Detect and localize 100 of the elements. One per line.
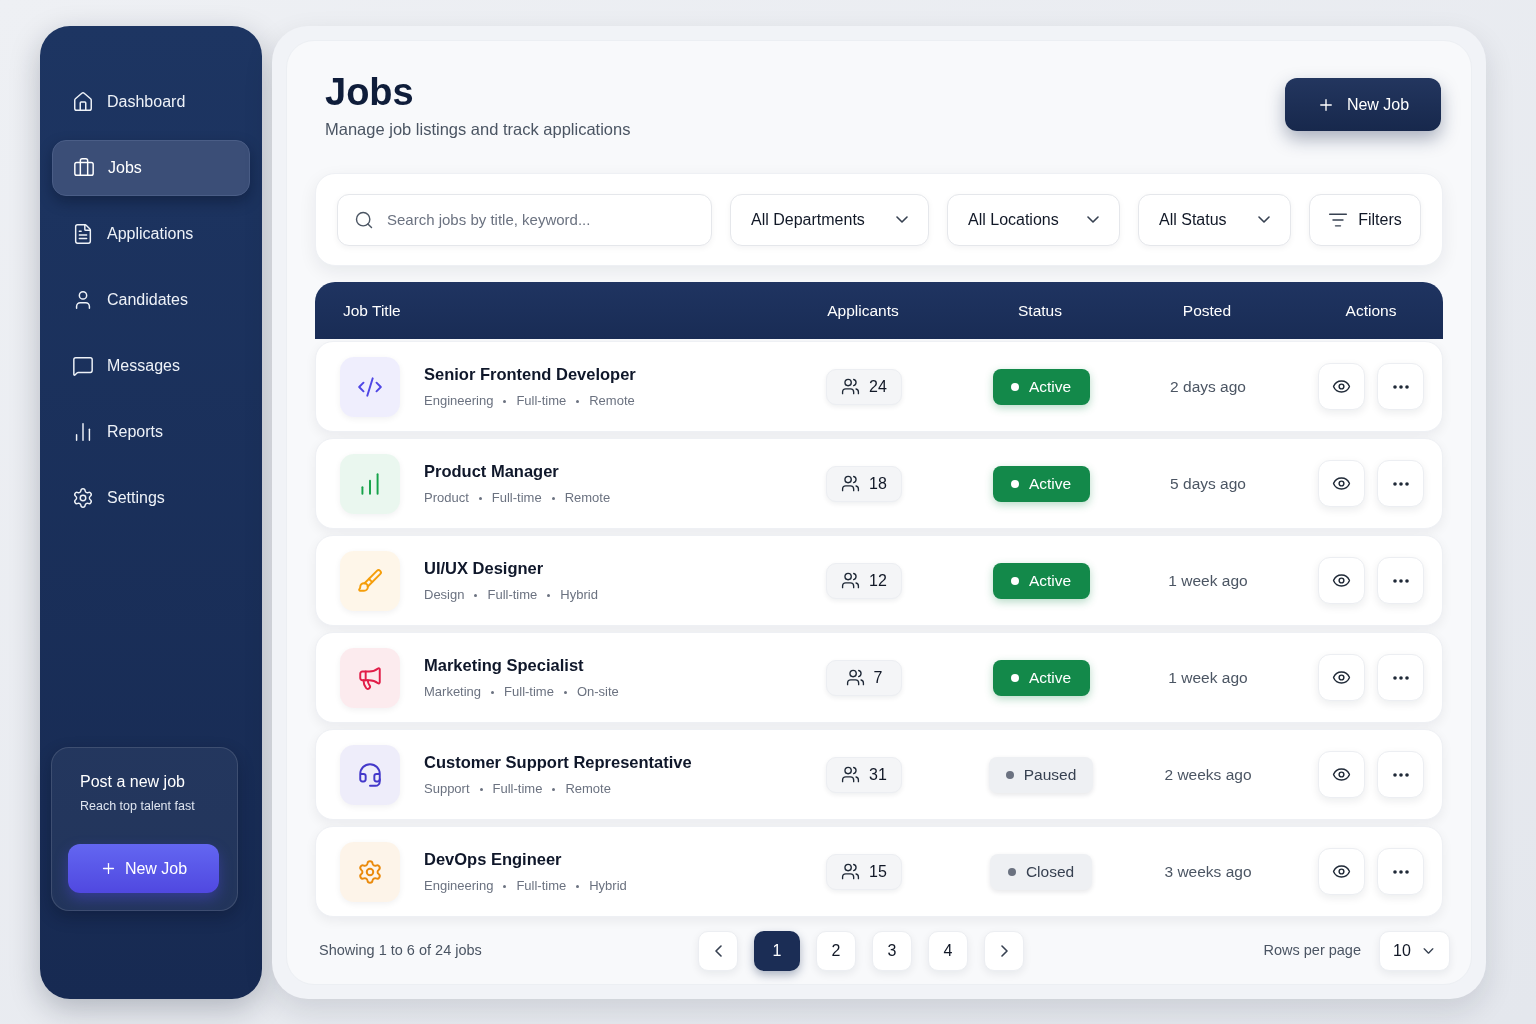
nav-item[interactable]: Candidates xyxy=(52,272,250,328)
work-mode-text: On-site xyxy=(576,684,619,700)
column-header: Applicants xyxy=(827,300,899,321)
more-button[interactable] xyxy=(1377,654,1424,701)
eye-icon xyxy=(1332,668,1351,687)
home-icon xyxy=(72,91,94,113)
chevron-down-icon xyxy=(1258,216,1270,223)
eye-icon xyxy=(1332,571,1351,590)
page-title: Jobs xyxy=(325,71,414,113)
status-label: Closed xyxy=(1025,861,1075,882)
chevron-down-icon xyxy=(896,216,908,223)
nav-item[interactable]: Reports xyxy=(52,404,250,460)
view-button[interactable] xyxy=(1318,654,1365,701)
view-button[interactable] xyxy=(1318,751,1365,798)
promo-title: Post a new job xyxy=(79,772,186,792)
more-button[interactable] xyxy=(1377,557,1424,604)
status-label: Paused xyxy=(1023,764,1077,785)
more-button[interactable] xyxy=(1377,460,1424,507)
briefcase-icon xyxy=(73,157,95,179)
column-header: Status xyxy=(1018,300,1062,321)
next-page-button[interactable] xyxy=(984,931,1024,971)
view-button[interactable] xyxy=(1318,848,1365,895)
settings-icon xyxy=(72,487,94,509)
department-text: Engineering xyxy=(424,878,494,894)
view-button[interactable] xyxy=(1318,460,1365,507)
people-icon xyxy=(841,474,861,493)
job-title: Customer Support Representative xyxy=(424,752,692,772)
applicant-count: 31 xyxy=(869,764,887,785)
job-title: Product Manager xyxy=(424,461,560,481)
applicant-count: 12 xyxy=(869,570,887,591)
people-icon xyxy=(841,377,861,396)
job-type-text: Full-time xyxy=(504,684,554,700)
chevron-down-icon xyxy=(1087,216,1099,223)
posted-time: 1 week ago xyxy=(1168,570,1248,591)
page-subtitle: Manage job listings and track applications xyxy=(325,119,631,139)
posted-time: 1 week ago xyxy=(1168,667,1248,688)
posted-time: 3 weeks ago xyxy=(1164,861,1252,882)
status-label: Active xyxy=(1028,570,1072,591)
search-icon xyxy=(354,209,374,230)
applicant-count: 7 xyxy=(873,667,883,688)
more-button[interactable] xyxy=(1377,363,1424,410)
previous-page-button[interactable] xyxy=(698,931,738,971)
column-header: Posted xyxy=(1182,300,1232,321)
applicant-count: 15 xyxy=(869,861,887,882)
status-label: Active xyxy=(1028,473,1072,494)
chat-icon xyxy=(72,355,94,377)
nav-item[interactable]: Dashboard xyxy=(52,74,250,130)
work-mode-text: Hybrid xyxy=(560,587,598,603)
nav-item[interactable]: Jobs xyxy=(52,140,250,196)
ellipsis-icon xyxy=(1392,869,1409,874)
page-button[interactable]: 1 xyxy=(754,931,800,971)
people-icon xyxy=(841,571,861,590)
page-button[interactable]: 3 xyxy=(872,931,912,971)
promo-subtitle: Reach top talent fast xyxy=(79,798,196,814)
new-job-button[interactable]: New Job xyxy=(68,844,219,893)
filter-dropdown[interactable]: All Status xyxy=(1138,193,1291,246)
department-text: Support xyxy=(424,781,470,797)
job-type-text: Full-time xyxy=(516,393,567,409)
column-header: Actions xyxy=(1345,300,1397,321)
filter-dropdown[interactable]: All Departments xyxy=(730,193,929,246)
filters-button[interactable]: Filters xyxy=(1309,193,1421,246)
page-button[interactable]: 4 xyxy=(928,931,968,971)
column-header: Job Title xyxy=(343,300,401,321)
more-button[interactable] xyxy=(1377,751,1424,798)
document-icon xyxy=(72,223,94,245)
nav-item[interactable]: Applications xyxy=(52,206,250,262)
job-type-text: Full-time xyxy=(492,781,543,797)
filter-dropdown[interactable]: All Locations xyxy=(947,193,1120,246)
work-mode-text: Remote xyxy=(589,393,635,409)
more-button[interactable] xyxy=(1377,848,1424,895)
eye-icon xyxy=(1332,474,1351,493)
view-button[interactable] xyxy=(1318,557,1365,604)
department-text: Engineering xyxy=(424,393,494,409)
job-title: UI/UX Designer xyxy=(424,558,545,578)
job-title: Senior Frontend Developer xyxy=(424,364,636,384)
search-field[interactable]: Search jobs by title, keyword... xyxy=(337,193,712,246)
job-type-text: Full-time xyxy=(491,490,542,506)
posted-time: 5 days ago xyxy=(1170,473,1246,494)
job-title: Marketing Specialist xyxy=(424,655,585,675)
status-label: Active xyxy=(1028,376,1072,397)
department-text: Product xyxy=(424,490,469,506)
ellipsis-icon xyxy=(1392,384,1409,389)
applicant-count: 18 xyxy=(869,473,887,494)
eye-icon xyxy=(1332,862,1351,881)
rows-per-page-select[interactable]: 10 xyxy=(1379,931,1450,971)
new-job-button[interactable]: New Job xyxy=(1285,78,1441,131)
ellipsis-icon xyxy=(1392,675,1409,680)
job-type-text: Full-time xyxy=(487,587,538,603)
nav-item[interactable]: Settings xyxy=(52,470,250,526)
ellipsis-icon xyxy=(1392,772,1409,777)
eye-icon xyxy=(1332,765,1351,784)
work-mode-text: Hybrid xyxy=(589,878,627,894)
status-label: Active xyxy=(1028,667,1072,688)
people-icon xyxy=(841,765,861,784)
eye-icon xyxy=(1332,377,1351,396)
view-button[interactable] xyxy=(1318,363,1365,410)
job-title: DevOps Engineer xyxy=(424,849,563,869)
page-button[interactable]: 2 xyxy=(816,931,856,971)
department-text: Design xyxy=(424,587,465,603)
nav-item[interactable]: Messages xyxy=(52,338,250,394)
